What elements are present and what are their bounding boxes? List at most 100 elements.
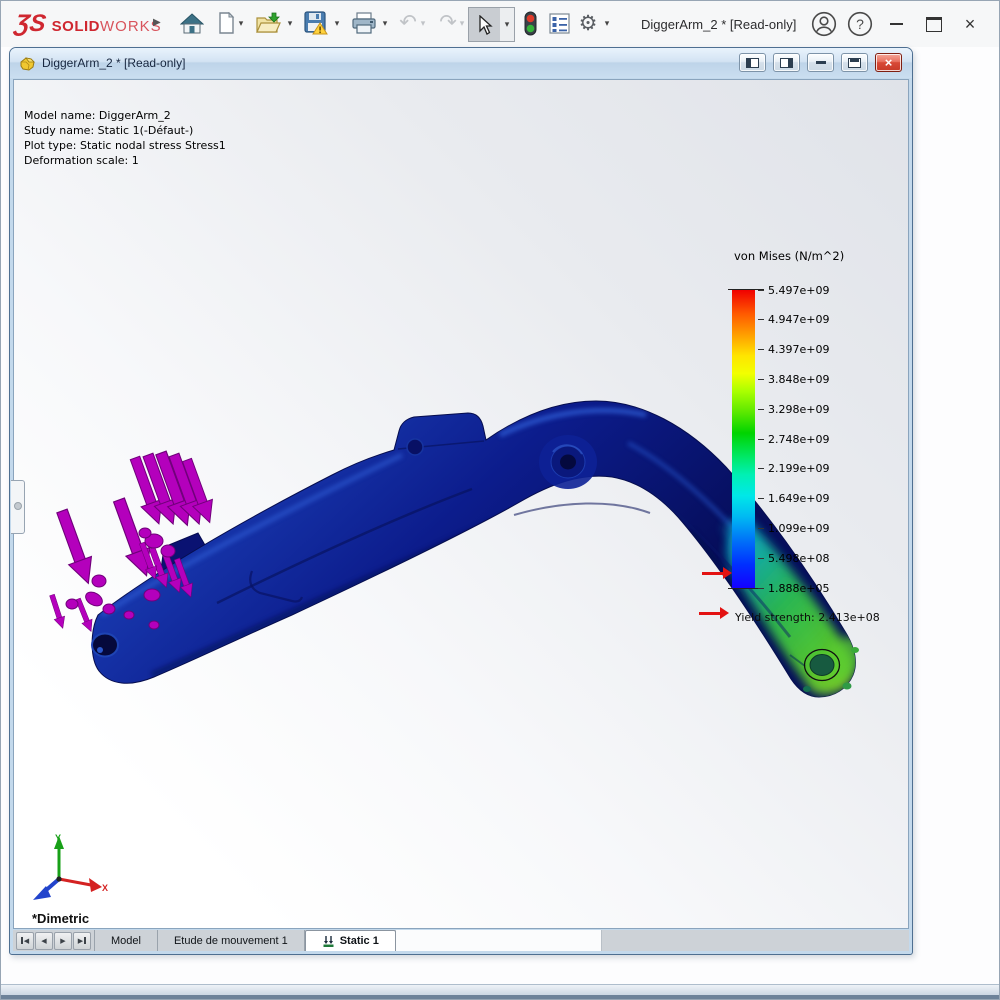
select-tool-caret[interactable]: ▾: [500, 7, 515, 42]
open-folder-icon: [255, 12, 281, 34]
study-tab-bar: ◀ ◀ ▶ ▶ Model Etude de mouvement 1 Stati…: [13, 930, 909, 951]
select-tool-button[interactable]: [468, 7, 501, 42]
split-right-icon: [780, 58, 793, 68]
legend-value: 4.397e+09: [758, 343, 829, 357]
undo-caret[interactable]: ▾: [417, 18, 429, 29]
legend-value: 5.498e+08: [758, 551, 829, 565]
close-doc-button[interactable]: ×: [875, 53, 902, 72]
document-window-controls: ×: [739, 53, 902, 72]
redo-caret[interactable]: ▾: [456, 18, 468, 29]
undo-icon: ↶: [399, 13, 417, 33]
legend-value: 5.497e+09: [758, 283, 829, 297]
tab-scroll-prev-button[interactable]: ◀: [35, 932, 53, 950]
tab-scroll-next-button[interactable]: ▶: [54, 932, 72, 950]
tab-bar-filler: [396, 930, 602, 951]
options-button[interactable]: ⚙: [573, 8, 603, 38]
account-button[interactable]: [809, 12, 839, 36]
yield-strength-label: Yield strength: 2.413e+08: [735, 611, 880, 624]
list-report-icon: [549, 13, 570, 34]
solidworks-logo: ƷS SOLID WORKS: [15, 10, 162, 38]
triad-x-label: X: [102, 883, 108, 893]
legend-title: von Mises (N/m^2): [734, 249, 844, 263]
task-pane-button[interactable]: [544, 8, 574, 38]
close-icon: ×: [965, 15, 976, 33]
help-icon: ?: [847, 11, 873, 37]
part-file-icon: [19, 56, 36, 71]
plot-info-block: Model name: DiggerArm_2 Study name: Stat…: [24, 108, 226, 168]
minimize-icon: [890, 23, 903, 25]
performance-indicator-button[interactable]: [515, 8, 545, 38]
legend-value: 1.649e+09: [758, 492, 829, 506]
panel-handle-dot-icon: [14, 502, 22, 510]
app-title: DiggerArm_2 * [Read-only]: [641, 17, 796, 32]
close-app-button[interactable]: ×: [955, 12, 985, 36]
print-icon: [351, 12, 377, 34]
print-button[interactable]: [349, 8, 379, 38]
yield-label-arrow-icon: [699, 607, 731, 619]
traffic-light-icon: [524, 11, 537, 36]
document-titlebar: DiggerArm_2 * [Read-only] ×: [10, 48, 912, 78]
open-caret[interactable]: ▾: [284, 18, 296, 29]
yield-marker-arrow-icon: [702, 567, 734, 579]
restore-doc-icon: [848, 58, 861, 68]
tab-model[interactable]: Model: [94, 930, 158, 951]
legend-value: 4.947e+09: [758, 313, 829, 327]
solidworks-app: ƷS SOLID WORKS ▶ ▾ ▾: [0, 0, 1000, 1000]
tab-scroll-first-button[interactable]: ◀: [16, 932, 34, 950]
triad-y-label: Y: [55, 833, 61, 843]
main-toolbar: ƷS SOLID WORKS ▶ ▾ ▾: [1, 1, 999, 47]
tab-scroll-controls: ◀ ◀ ▶ ▶: [13, 930, 94, 951]
account-icon: [811, 11, 837, 37]
split-pane-left-button[interactable]: [739, 53, 766, 72]
select-arrow-icon: [477, 15, 493, 35]
close-doc-icon: ×: [885, 56, 893, 69]
viewport: Y X Model name: DiggerArm_2 Study name: …: [13, 79, 909, 929]
plot-info-line: Plot type: Static nodal stress Stress1: [24, 138, 226, 153]
home-icon: [180, 12, 204, 34]
elbow-boss: [539, 435, 597, 489]
dassault-3s-logo-icon: ƷS: [13, 10, 48, 38]
restore-doc-button[interactable]: [841, 53, 868, 72]
plot-info-line: Study name: Static 1(-Défaut-): [24, 123, 226, 138]
print-caret[interactable]: ▾: [379, 18, 391, 29]
document-title: DiggerArm_2 * [Read-only]: [42, 56, 185, 70]
maximize-icon: [926, 17, 942, 32]
tab-scroll-last-button[interactable]: ▶: [73, 932, 91, 950]
tab-motion-study[interactable]: Etude de mouvement 1: [158, 930, 305, 951]
bracket-hole: [407, 439, 423, 455]
legend-value: 3.298e+09: [758, 402, 829, 416]
split-pane-right-button[interactable]: [773, 53, 800, 72]
options-caret[interactable]: ▾: [601, 18, 613, 29]
save-button[interactable]: [301, 8, 331, 38]
save-caret[interactable]: ▾: [331, 18, 343, 29]
new-document-caret[interactable]: ▾: [235, 18, 247, 29]
home-button[interactable]: [177, 8, 207, 38]
open-button[interactable]: [253, 8, 283, 38]
logo-text-solid: SOLID: [52, 18, 100, 35]
legend-value: 1.099e+09: [758, 521, 829, 535]
legend-color-bar: [732, 290, 755, 588]
split-left-icon: [746, 58, 759, 68]
plot-info-line: Model name: DiggerArm_2: [24, 108, 226, 123]
maximize-app-button[interactable]: [919, 12, 949, 36]
svg-text:?: ?: [856, 16, 864, 32]
legend-value: 2.748e+09: [758, 432, 829, 446]
document-window: DiggerArm_2 * [Read-only] ×: [9, 47, 913, 955]
tab-static-1[interactable]: Static 1: [305, 930, 396, 951]
gear-icon: ⚙: [579, 11, 598, 36]
menu-flyout-arrow-icon[interactable]: ▶: [153, 17, 161, 28]
legend-value: 2.199e+09: [758, 462, 829, 476]
status-bar: [1, 984, 999, 999]
plot-info-line: Deformation scale: 1: [24, 153, 226, 168]
save-warning-icon: [304, 11, 328, 35]
minimize-doc-button[interactable]: [807, 53, 834, 72]
static-study-icon: [322, 935, 335, 948]
minimize-doc-icon: [816, 61, 826, 64]
minimize-app-button[interactable]: [881, 12, 911, 36]
new-document-icon: [217, 12, 235, 34]
collapsed-panel-handle[interactable]: [11, 480, 25, 534]
legend-value: 3.848e+09: [758, 372, 829, 386]
legend-value: 1.888e+05: [758, 581, 829, 595]
help-button[interactable]: ?: [845, 12, 875, 36]
redo-icon: ↷: [439, 13, 457, 33]
